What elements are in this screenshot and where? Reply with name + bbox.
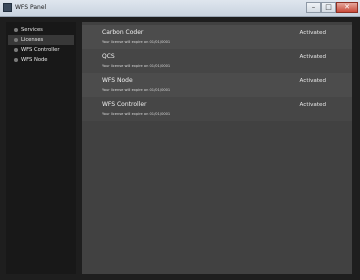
license-status: Activated [299, 102, 326, 108]
window-controls: – □ ✕ [306, 2, 358, 13]
license-status: Activated [299, 30, 326, 36]
license-row-qcs[interactable]: QCS Activated Your license will expire o… [82, 49, 352, 73]
license-row-wfs-controller[interactable]: WFS Controller Activated Your license wi… [82, 97, 352, 121]
maximize-button[interactable]: □ [321, 2, 336, 13]
close-button[interactable]: ✕ [336, 2, 358, 13]
bullet-icon [14, 28, 18, 32]
license-status: Activated [299, 54, 326, 60]
title-bar[interactable]: WFS Panel – □ ✕ [0, 0, 360, 17]
bullet-icon [14, 58, 18, 62]
sidebar-item-label: WFS Controller [21, 47, 60, 53]
sidebar-item-label: Services [21, 27, 43, 33]
sidebar-item-wfs-node[interactable]: WFS Node [8, 55, 74, 65]
license-name: Carbon Coder [102, 29, 144, 36]
licenses-panel: Carbon Coder Activated Your license will… [82, 22, 352, 274]
sidebar-item-label: Licenses [21, 37, 44, 43]
license-name: QCS [102, 53, 115, 60]
sidebar-item-licenses[interactable]: Licenses [8, 35, 74, 45]
license-expiry: Your license will expire on 01/01/0001 [102, 64, 171, 68]
sidebar-item-label: WFS Node [21, 57, 48, 63]
license-status: Activated [299, 78, 326, 84]
sidebar: Services Licenses WFS Controller WFS Nod… [6, 22, 76, 274]
app-icon [3, 3, 12, 12]
bullet-icon [14, 48, 18, 52]
license-row-wfs-node[interactable]: WFS Node Activated Your license will exp… [82, 73, 352, 97]
license-row-carbon-coder[interactable]: Carbon Coder Activated Your license will… [82, 25, 352, 49]
minimize-button[interactable]: – [306, 2, 321, 13]
license-expiry: Your license will expire on 01/01/0001 [102, 112, 171, 116]
license-expiry: Your license will expire on 01/01/0001 [102, 40, 171, 44]
sidebar-item-services[interactable]: Services [8, 25, 74, 35]
window-title: WFS Panel [15, 4, 47, 11]
license-expiry: Your license will expire on 01/01/0001 [102, 88, 171, 92]
license-name: WFS Controller [102, 101, 147, 108]
sidebar-item-wfs-controller[interactable]: WFS Controller [8, 45, 74, 55]
license-name: WFS Node [102, 77, 133, 84]
bullet-icon [14, 38, 18, 42]
